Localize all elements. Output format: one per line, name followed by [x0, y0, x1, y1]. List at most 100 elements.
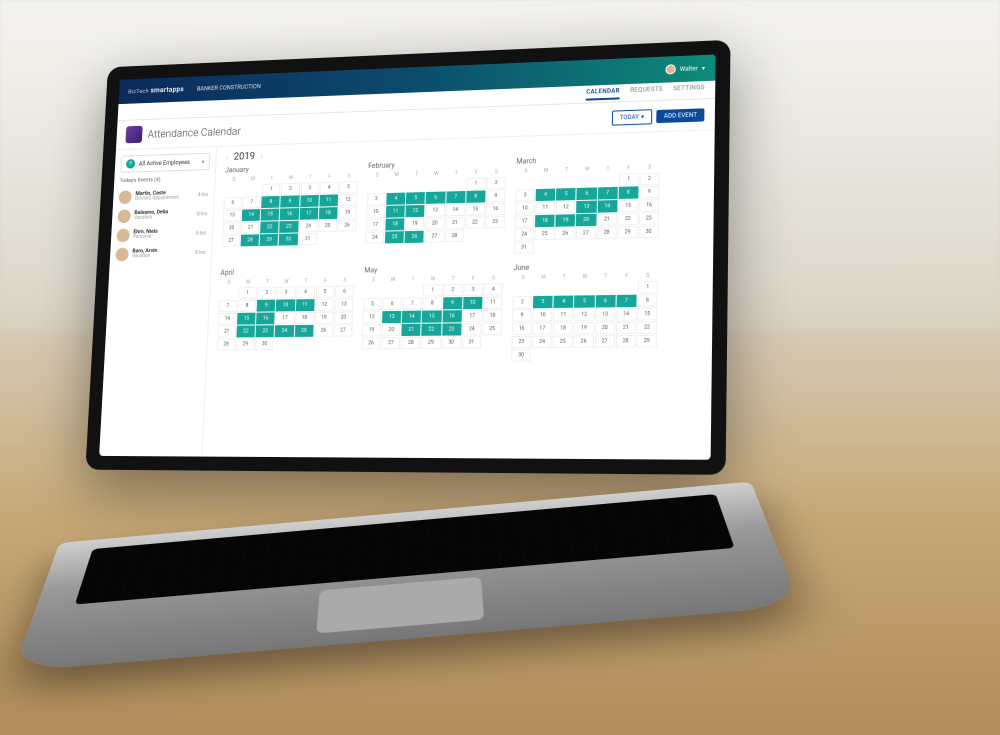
calendar-day[interactable]: 8: [466, 190, 485, 202]
calendar-day[interactable]: 11: [386, 205, 405, 217]
calendar-day[interactable]: 13: [426, 204, 445, 216]
calendar-day[interactable]: 23: [485, 216, 505, 228]
calendar-day[interactable]: 19: [314, 312, 333, 324]
calendar-day[interactable]: 29: [421, 337, 441, 349]
calendar-day[interactable]: 19: [338, 207, 357, 219]
prev-year-button[interactable]: ‹: [226, 153, 229, 162]
calendar-day[interactable]: 8: [637, 294, 657, 307]
calendar-day[interactable]: 4: [320, 182, 339, 194]
calendar-day[interactable]: 20: [222, 222, 241, 234]
calendar-day[interactable]: 11: [535, 202, 555, 215]
calendar-day[interactable]: 11: [319, 194, 338, 206]
calendar-day[interactable]: 16: [280, 208, 299, 220]
user-menu[interactable]: Walter ▾: [665, 63, 705, 75]
calendar-day[interactable]: 3: [367, 193, 386, 205]
calendar-day[interactable]: 18: [483, 310, 503, 322]
calendar-day[interactable]: 29: [260, 234, 279, 246]
calendar-day[interactable]: 2: [486, 177, 506, 189]
calendar-day[interactable]: 23: [639, 212, 659, 225]
calendar-day[interactable]: 25: [318, 220, 337, 232]
calendar-day[interactable]: 25: [385, 231, 404, 243]
calendar-day[interactable]: 28: [241, 234, 260, 246]
calendar-day[interactable]: 12: [315, 299, 334, 311]
calendar-day[interactable]: 21: [217, 326, 236, 338]
calendar-day[interactable]: 4: [483, 283, 503, 295]
calendar-day[interactable]: 9: [512, 309, 532, 321]
calendar-day[interactable]: 26: [361, 337, 380, 349]
event-item[interactable]: Martin, CasteDoctors Appointment4 hrs: [118, 185, 208, 207]
calendar-day[interactable]: 16: [486, 203, 506, 215]
calendar-day[interactable]: 31: [462, 336, 482, 348]
calendar-day[interactable]: 22: [637, 321, 657, 334]
calendar-day[interactable]: 9: [257, 300, 276, 312]
calendar-day[interactable]: 7: [597, 187, 617, 200]
calendar-day[interactable]: 18: [295, 312, 314, 324]
calendar-day[interactable]: 14: [616, 308, 636, 321]
calendar-day[interactable]: 5: [339, 181, 358, 193]
calendar-day[interactable]: 10: [463, 297, 483, 309]
calendar-day[interactable]: 5: [315, 286, 334, 298]
tab-settings[interactable]: SETTINGS: [673, 84, 705, 97]
calendar-day[interactable]: 5: [406, 192, 425, 204]
calendar-day[interactable]: 22: [465, 216, 485, 228]
calendar-day[interactable]: 17: [366, 219, 385, 231]
calendar-day[interactable]: 17: [515, 215, 535, 228]
calendar-day[interactable]: 21: [402, 324, 421, 336]
calendar-day[interactable]: 6: [595, 295, 615, 308]
calendar-day[interactable]: 14: [445, 204, 464, 216]
calendar-day[interactable]: 13: [223, 210, 242, 222]
calendar-day[interactable]: 16: [442, 310, 462, 322]
calendar-day[interactable]: 19: [362, 324, 381, 336]
calendar-day[interactable]: 30: [511, 349, 531, 361]
calendar-day[interactable]: 24: [299, 220, 318, 232]
calendar-day[interactable]: 1: [423, 284, 442, 296]
calendar-day[interactable]: 28: [401, 337, 420, 349]
calendar-day[interactable]: 20: [334, 311, 353, 323]
calendar-day[interactable]: 12: [574, 309, 594, 322]
calendar-day[interactable]: 15: [237, 313, 256, 325]
calendar-day[interactable]: 9: [639, 186, 659, 199]
calendar-day[interactable]: 19: [574, 322, 594, 335]
calendar-day[interactable]: 12: [556, 201, 576, 214]
calendar-day[interactable]: 23: [511, 336, 531, 348]
calendar-day[interactable]: 13: [595, 308, 615, 321]
calendar-day[interactable]: 12: [338, 194, 357, 206]
calendar-day[interactable]: 27: [594, 335, 614, 348]
calendar-day[interactable]: 28: [615, 335, 635, 348]
calendar-day[interactable]: 21: [445, 217, 464, 229]
calendar-day[interactable]: 22: [422, 324, 441, 336]
calendar-day[interactable]: 10: [276, 299, 295, 311]
calendar-day[interactable]: 27: [576, 227, 596, 240]
calendar-day[interactable]: 12: [406, 205, 425, 217]
calendar-day[interactable]: 8: [238, 300, 257, 312]
calendar-day[interactable]: 14: [242, 209, 261, 221]
calendar-day[interactable]: 17: [299, 208, 318, 220]
calendar-day[interactable]: 27: [222, 235, 241, 247]
event-item[interactable]: Balsamo, DeliaVacation8 hrs: [117, 205, 208, 226]
calendar-day[interactable]: 10: [300, 195, 319, 207]
calendar-day[interactable]: 1: [619, 173, 639, 186]
calendar-day[interactable]: 17: [276, 312, 295, 324]
calendar-day[interactable]: 15: [422, 310, 441, 322]
calendar-day[interactable]: 20: [382, 324, 401, 336]
calendar-day[interactable]: 19: [405, 218, 424, 230]
next-year-button[interactable]: ›: [260, 152, 263, 161]
calendar-day[interactable]: 1: [638, 281, 658, 294]
calendar-day[interactable]: 29: [637, 335, 657, 348]
today-button[interactable]: TODAY▾: [611, 109, 652, 126]
calendar-day[interactable]: 4: [296, 286, 315, 298]
calendar-day[interactable]: 8: [261, 196, 280, 208]
calendar-day[interactable]: 28: [217, 338, 236, 350]
calendar-day[interactable]: 1: [238, 287, 257, 299]
tab-calendar[interactable]: CALENDAR: [586, 87, 620, 100]
calendar-day[interactable]: 25: [294, 325, 313, 337]
calendar-day[interactable]: 20: [595, 322, 615, 335]
calendar-day[interactable]: 2: [281, 183, 300, 195]
calendar-day[interactable]: 6: [426, 191, 445, 203]
calendar-day[interactable]: 10: [366, 206, 385, 218]
calendar-day[interactable]: 11: [553, 309, 573, 322]
calendar-day[interactable]: 25: [482, 323, 502, 335]
calendar-day[interactable]: 29: [236, 338, 255, 350]
calendar-day[interactable]: 9: [443, 297, 463, 309]
calendar-day[interactable]: 30: [279, 233, 298, 245]
